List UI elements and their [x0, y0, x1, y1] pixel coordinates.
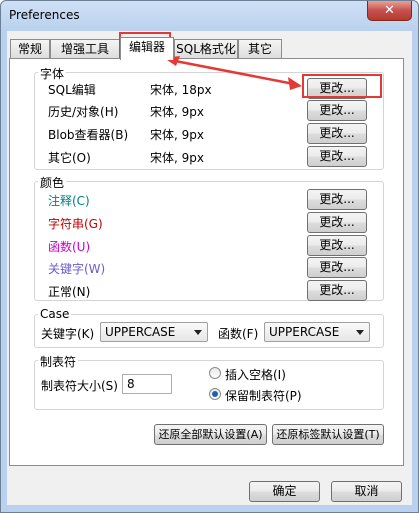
annotation-arrow — [164, 56, 302, 90]
tab-editor[interactable]: 编辑器 — [120, 37, 174, 60]
